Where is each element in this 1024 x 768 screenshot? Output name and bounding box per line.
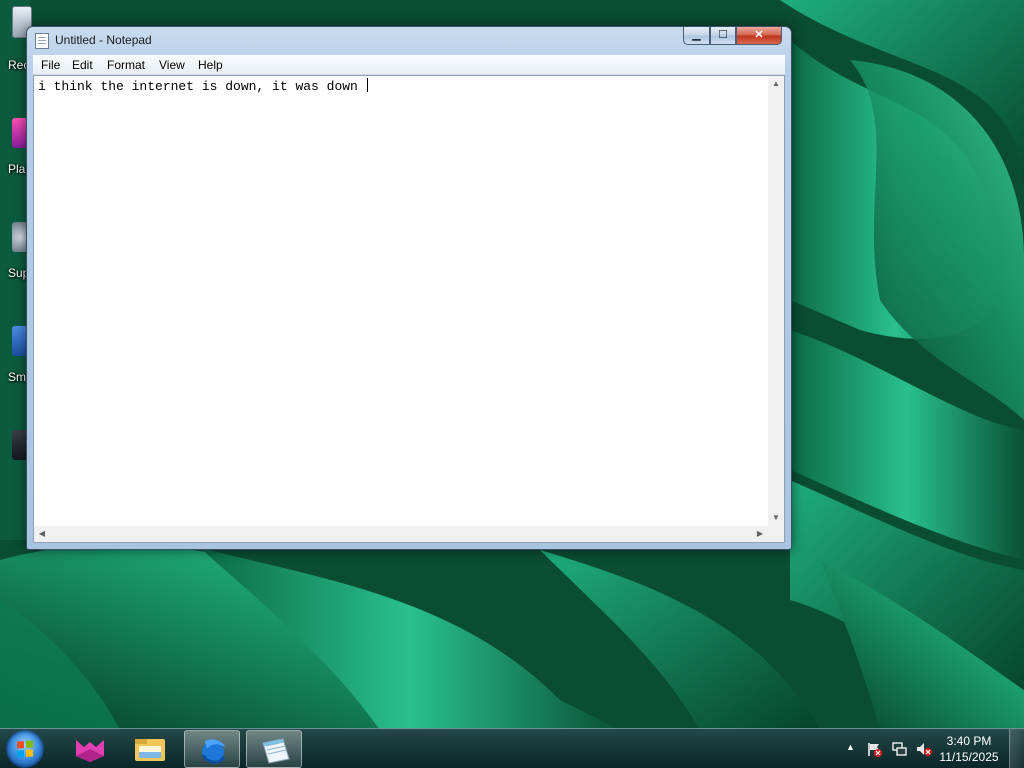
start-button[interactable] [6, 730, 44, 768]
pinned-app-icon [76, 740, 104, 762]
scroll-right-icon[interactable]: ▶ [752, 526, 768, 542]
vertical-scrollbar[interactable]: ▲ ▼ [768, 76, 784, 526]
taskbar-button-file-explorer[interactable] [122, 730, 178, 768]
clock-date: 11/15/2025 [939, 750, 999, 764]
notepad-window[interactable]: Untitled - Notepad ▁ ☐ ✕ File Edit Forma… [26, 26, 792, 550]
notepad-icon [35, 33, 49, 49]
menu-file[interactable]: File [41, 58, 60, 72]
action-center-flag-icon[interactable] [866, 741, 882, 757]
close-button[interactable]: ✕ [736, 27, 782, 45]
menu-edit[interactable]: Edit [72, 58, 93, 72]
scroll-down-icon[interactable]: ▼ [768, 510, 784, 526]
text-caret [366, 78, 368, 92]
menu-bar: File Edit Format View Help [33, 55, 785, 75]
horizontal-scrollbar[interactable]: ◀ ▶ [34, 526, 768, 542]
menu-help[interactable]: Help [198, 58, 223, 72]
minimize-button[interactable]: ▁ [683, 27, 710, 45]
editor-content[interactable]: i think the internet is down, it was dow… [38, 78, 368, 94]
desktop-icon-label: Sm [8, 370, 26, 384]
text-editor[interactable]: i think the internet is down, it was dow… [33, 75, 785, 543]
network-icon[interactable] [891, 741, 907, 757]
taskbar: ▲ 3:40 PM 11/15/2025 [0, 728, 1024, 768]
system-clock[interactable]: 3:40 PM 11/15/2025 [934, 733, 1004, 765]
resize-grip[interactable] [768, 526, 784, 542]
windows-logo-icon [17, 740, 33, 758]
taskbar-button-browser[interactable] [184, 730, 240, 768]
menu-format[interactable]: Format [107, 58, 145, 72]
editor-text: i think the internet is down, it was dow… [38, 79, 366, 94]
show-hidden-icons-button[interactable]: ▲ [846, 742, 855, 752]
browser-icon [201, 739, 226, 764]
title-bar[interactable]: Untitled - Notepad ▁ ☐ ✕ [27, 27, 791, 53]
notepad-icon [262, 738, 290, 764]
scroll-left-icon[interactable]: ◀ [34, 526, 50, 542]
taskbar-button-pinned-app[interactable] [62, 730, 118, 768]
clock-time: 3:40 PM [946, 734, 992, 748]
scroll-up-icon[interactable]: ▲ [768, 76, 784, 92]
file-explorer-icon [135, 739, 165, 761]
maximize-button[interactable]: ☐ [710, 27, 736, 45]
desktop-icon-label: Pla [8, 162, 26, 176]
volume-muted-icon[interactable] [915, 741, 933, 757]
show-desktop-button[interactable] [1009, 729, 1024, 768]
window-title: Untitled - Notepad [55, 33, 152, 47]
menu-view[interactable]: View [159, 58, 185, 72]
taskbar-button-notepad[interactable] [246, 730, 302, 768]
